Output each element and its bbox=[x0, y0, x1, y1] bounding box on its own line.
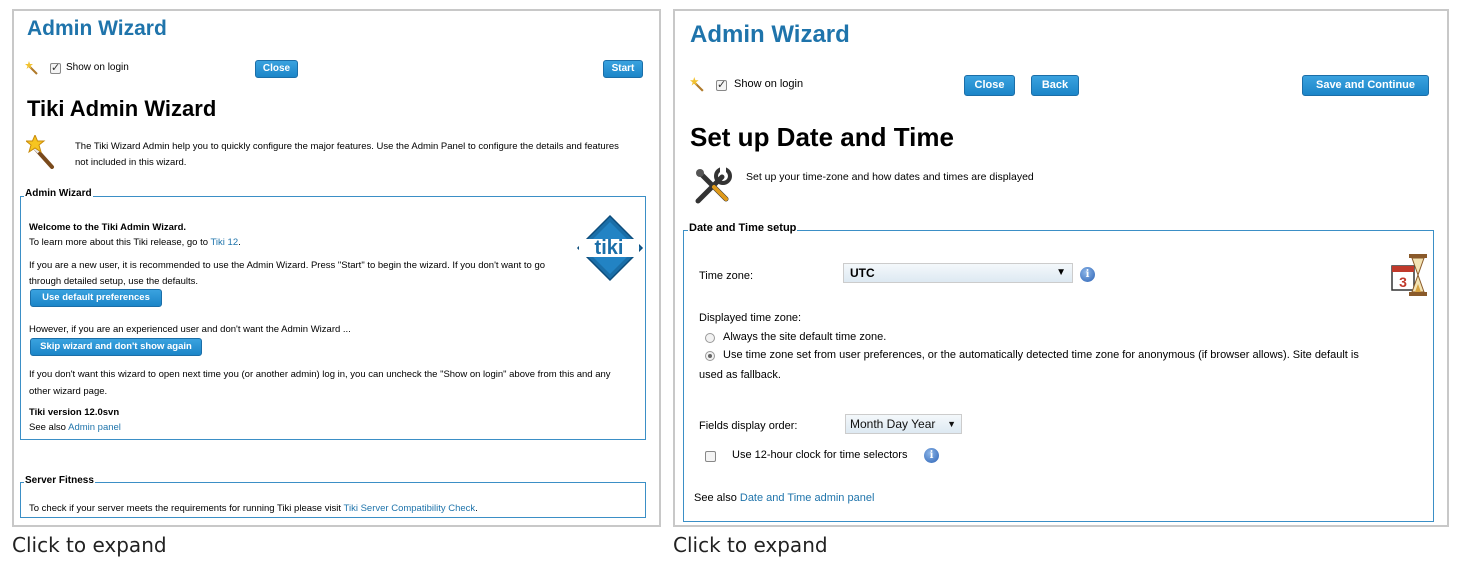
server-fitness-text: To check if your server meets the requir… bbox=[29, 503, 478, 514]
show-on-login-label: Show on login bbox=[66, 62, 129, 73]
start-button[interactable]: Start bbox=[603, 60, 643, 78]
calendar-day: 3 bbox=[1399, 274, 1407, 290]
calendar-hourglass-icon: 3 bbox=[1391, 252, 1429, 303]
show-on-login-label: Show on login bbox=[734, 78, 804, 90]
see-also-admin: See also Admin panel bbox=[29, 422, 121, 433]
server-fitness-end: . bbox=[475, 503, 478, 514]
info-icon[interactable]: i bbox=[1080, 267, 1095, 282]
show-on-login-checkbox[interactable] bbox=[716, 78, 727, 91]
date-time-admin-panel-link[interactable]: Date and Time admin panel bbox=[740, 492, 875, 504]
user-preferences-radio-label-2: used as fallback. bbox=[699, 369, 781, 381]
tiki-logo: tiki bbox=[576, 214, 644, 287]
experienced-user-text: However, if you are an experienced user … bbox=[29, 324, 351, 335]
time-zone-label: Time zone: bbox=[699, 270, 754, 282]
tiki-logo-text: tiki bbox=[595, 237, 624, 259]
close-button[interactable]: Close bbox=[255, 60, 298, 78]
twelve-hour-clock-label: Use 12-hour clock for time selectors bbox=[732, 449, 908, 461]
caption-left[interactable]: Click to expand bbox=[12, 533, 167, 557]
see-also-date-time: See also Date and Time admin panel bbox=[694, 492, 874, 504]
page-title: Tiki Admin Wizard bbox=[27, 96, 217, 121]
info-icon[interactable]: i bbox=[924, 448, 939, 463]
wizard-header-title: Admin Wizard bbox=[27, 17, 167, 40]
learn-more-prefix: To learn more about this Tiki release, g… bbox=[29, 237, 209, 248]
tiki-version: Tiki version 12.0svn bbox=[29, 407, 120, 418]
new-user-line-1: If you are a new user, it is recommended… bbox=[29, 260, 546, 271]
close-button[interactable]: Close bbox=[964, 75, 1015, 96]
server-fitness-legend: Server Fitness bbox=[24, 475, 95, 486]
wand-icon bbox=[25, 61, 39, 80]
page-title: Set up Date and Time bbox=[690, 122, 954, 152]
chevron-down-icon: ▼ bbox=[1056, 267, 1066, 278]
uncheck-text: If you don't want this wizard to open ne… bbox=[29, 366, 611, 400]
uncheck-line-1: If you don't want this wizard to open ne… bbox=[29, 369, 611, 380]
learn-more-end: . bbox=[238, 237, 241, 248]
admin-panel-link[interactable]: Admin panel bbox=[68, 422, 121, 433]
use-default-preferences-button[interactable]: Use default preferences bbox=[30, 289, 162, 307]
show-on-login-checkbox[interactable] bbox=[50, 61, 61, 74]
site-default-radio-label: Always the site default time zone. bbox=[723, 331, 887, 343]
admin-wizard-panel-left: Admin Wizard Show on login Close Start T… bbox=[12, 9, 661, 527]
welcome-heading: Welcome to the Tiki Admin Wizard. bbox=[29, 222, 187, 233]
intro-text: The Tiki Wizard Admin help you to quickl… bbox=[75, 139, 619, 171]
intro-line-2: not included in this wizard. bbox=[75, 157, 187, 168]
display-order-label: Fields display order: bbox=[699, 420, 798, 432]
time-zone-select[interactable]: UTC ▼ bbox=[843, 263, 1073, 283]
chevron-down-icon: ▼ bbox=[947, 419, 956, 429]
new-user-line-2: through detailed setup, use the defaults… bbox=[29, 276, 199, 287]
user-preferences-radio-label-1: Use time zone set from user preferences,… bbox=[723, 349, 1359, 361]
tools-icon bbox=[692, 167, 732, 212]
skip-wizard-button[interactable]: Skip wizard and don't show again bbox=[30, 338, 202, 356]
see-also-label: See also bbox=[694, 492, 737, 504]
see-also-label: See also bbox=[29, 422, 66, 433]
site-default-radio[interactable] bbox=[705, 333, 715, 343]
displayed-time-zone-label: Displayed time zone: bbox=[699, 312, 802, 324]
display-order-value: Month Day Year bbox=[850, 417, 936, 431]
save-and-continue-button[interactable]: Save and Continue bbox=[1302, 75, 1429, 96]
intro-line-1: The Tiki Wizard Admin help you to quickl… bbox=[75, 141, 619, 152]
learn-more-text: To learn more about this Tiki release, g… bbox=[29, 237, 241, 248]
wand-icon bbox=[690, 77, 705, 97]
server-compatibility-link[interactable]: Tiki Server Compatibility Check bbox=[344, 503, 476, 514]
fieldset-legend: Admin Wizard bbox=[24, 188, 93, 199]
uncheck-line-2: other wizard page. bbox=[29, 386, 108, 397]
display-order-select[interactable]: Month Day Year ▼ bbox=[845, 414, 962, 434]
tiki-12-link[interactable]: Tiki 12 bbox=[210, 237, 238, 248]
server-fitness-prefix: To check if your server meets the requir… bbox=[29, 503, 342, 514]
wizard-header-title: Admin Wizard bbox=[690, 21, 850, 48]
intro-text: Set up your time-zone and how dates and … bbox=[746, 171, 1034, 183]
new-user-text: If you are a new user, it is recommended… bbox=[29, 258, 545, 290]
magic-wand-icon bbox=[24, 133, 56, 174]
twelve-hour-clock-checkbox[interactable] bbox=[705, 451, 716, 462]
fieldset-legend: Date and Time setup bbox=[688, 222, 798, 234]
time-zone-value: UTC bbox=[850, 266, 875, 280]
back-button[interactable]: Back bbox=[1031, 75, 1079, 96]
user-preferences-radio[interactable] bbox=[705, 351, 715, 361]
caption-right[interactable]: Click to expand bbox=[673, 533, 828, 557]
admin-wizard-panel-right: Admin Wizard Show on login Close Back Sa… bbox=[673, 9, 1449, 527]
